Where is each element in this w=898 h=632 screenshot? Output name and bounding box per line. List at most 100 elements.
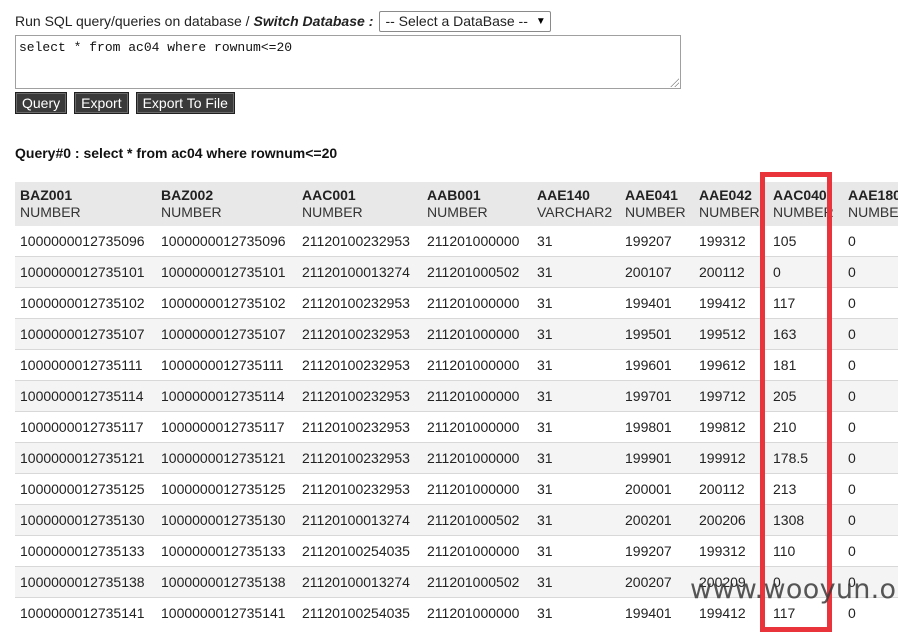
toolbar: Run SQL query/queries on database / Swit…: [15, 9, 551, 33]
table-cell-aae140: 31: [532, 411, 620, 443]
table-cell-aae140: 31: [532, 473, 620, 505]
table-cell-aae140: 31: [532, 256, 620, 288]
table-cell-baz001: 1000000012735114: [15, 380, 156, 412]
column-type: NUMBER: [302, 204, 363, 220]
resize-grip-icon[interactable]: [669, 77, 679, 87]
table-cell-aac040: 1308: [768, 504, 843, 536]
table-cell-aae041: 199801: [620, 411, 694, 443]
column-name: AAE041: [625, 187, 678, 203]
table-cell-aae180: 0: [843, 349, 898, 381]
table-cell-aae041: 199501: [620, 318, 694, 350]
table-cell-aab001: 211201000000: [422, 411, 532, 443]
table-cell-aac001: 21120100232953: [297, 442, 422, 474]
table-row: 1000000012735111 1000000012735111 21120100…: [15, 349, 898, 381]
table-cell-aac001: 21120100232953: [297, 349, 422, 381]
column-type: NUMBER: [699, 204, 760, 220]
column-header-aac001: AAC001 NUMBER: [297, 182, 422, 226]
table-cell-aae042: 200112: [694, 473, 768, 505]
table-cell-aac001: 21120100013274: [297, 504, 422, 536]
export-button[interactable]: Export: [74, 92, 129, 114]
table-cell-aac001: 21120100232953: [297, 380, 422, 412]
table-cell-aae140: 31: [532, 287, 620, 319]
table-cell-aae041: 200107: [620, 256, 694, 288]
table-cell-baz001: 1000000012735107: [15, 318, 156, 350]
table-cell-aac001: 21120100232953: [297, 287, 422, 319]
table-cell-aae140: 31: [532, 504, 620, 536]
table-cell-aab001: 211201000000: [422, 287, 532, 319]
table-row: 1000000012735102 1000000012735102 21120100…: [15, 287, 898, 319]
table-cell-aae042: 199312: [694, 226, 768, 257]
table-cell-baz002: 1000000012735138: [156, 566, 297, 598]
table-cell-aac040: 210: [768, 411, 843, 443]
table-cell-aae041: 199207: [620, 226, 694, 257]
table-row: 1000000012735117 1000000012735117 21120100…: [15, 411, 898, 443]
table-cell-aab001: 211201000000: [422, 349, 532, 381]
table-cell-aae041: 199401: [620, 287, 694, 319]
table-cell-baz001: 1000000012735121: [15, 442, 156, 474]
table-cell-aab001: 211201000502: [422, 566, 532, 598]
table-cell-aac001: 21120100013274: [297, 566, 422, 598]
table-cell-aae180: 0: [843, 226, 898, 257]
table-cell-aac040: 178.5: [768, 442, 843, 474]
table-cell-aae140: 31: [532, 566, 620, 598]
table-cell-aae041: 200207: [620, 566, 694, 598]
column-type: VARCHAR2: [537, 204, 613, 220]
column-type: NUMBER: [20, 204, 81, 220]
table-cell-baz002: 1000000012735121: [156, 442, 297, 474]
table-cell-aab001: 211201000000: [422, 597, 532, 620]
column-header-aae042: AAE042 NUMBER: [694, 182, 768, 226]
table-cell-aae041: 199601: [620, 349, 694, 381]
column-type: NUMBER: [773, 204, 834, 220]
table-cell-aae180: 0: [843, 535, 898, 567]
switch-database-colon: :: [368, 13, 374, 29]
table-row: 1000000012735096 1000000012735096 21120100…: [15, 226, 898, 257]
table-cell-aac040: 110: [768, 535, 843, 567]
table-cell-aae041: 200001: [620, 473, 694, 505]
table-cell-aae041: 199701: [620, 380, 694, 412]
table-cell-baz001: 1000000012735117: [15, 411, 156, 443]
table-cell-aac040: 213: [768, 473, 843, 505]
database-select[interactable]: -- Select a DataBase -- ▼: [379, 10, 551, 32]
column-header-aae180: AAE180NUMBER: [843, 182, 898, 226]
table-cell-aae042: 200112: [694, 256, 768, 288]
table-cell-baz001: 1000000012735101: [15, 256, 156, 288]
table-cell-aab001: 211201000000: [422, 442, 532, 474]
table-cell-aab001: 211201000000: [422, 535, 532, 567]
table-cell-aab001: 211201000502: [422, 504, 532, 536]
column-header-baz001: BAZ001 NUMBER: [15, 182, 156, 226]
table-cell-baz001: 1000000012735102: [15, 287, 156, 319]
table-cell-aac001: 21120100232953: [297, 318, 422, 350]
action-buttons: Query Export Export To File: [15, 92, 235, 114]
table-cell-baz002: 1000000012735133: [156, 535, 297, 567]
table-cell-aae041: 199901: [620, 442, 694, 474]
column-type: NUMBER: [427, 204, 488, 220]
column-header-aab001: AAB001 NUMBER: [422, 182, 532, 226]
column-type: NUMBER: [161, 204, 222, 220]
column-type: NUMBER: [625, 204, 686, 220]
table-cell-aab001: 211201000502: [422, 256, 532, 288]
table-cell-aae140: 31: [532, 597, 620, 620]
table-cell-aae180: 0: [843, 504, 898, 536]
query-button[interactable]: Query: [15, 92, 68, 114]
table-cell-baz001: 1000000012735138: [15, 566, 156, 598]
table-cell-baz001: 1000000012735133: [15, 535, 156, 567]
export-to-file-button[interactable]: Export To File: [135, 92, 235, 114]
switch-database-label: Switch Database: [253, 13, 365, 29]
table-cell-baz001: 1000000012735096: [15, 226, 156, 257]
table-cell-aac001: 21120100013274: [297, 256, 422, 288]
database-select-value: -- Select a DataBase --: [385, 13, 528, 29]
table-cell-baz002: 1000000012735096: [156, 226, 297, 257]
sql-query-textarea[interactable]: select * from ac04 where rownum<=20: [15, 35, 681, 89]
table-header-row: BAZ001 NUMBER BAZ002 NUMBER AAC001 NUMBER AAB0…: [15, 182, 898, 226]
table-cell-aae180: 0: [843, 256, 898, 288]
table-cell-aac040: 117: [768, 287, 843, 319]
table-cell-aae042: 199512: [694, 318, 768, 350]
column-name: AAE140: [537, 187, 590, 203]
results-table-container[interactable]: BAZ001 NUMBER BAZ002 NUMBER AAC001 NUMBER AAB0…: [15, 182, 898, 620]
table-cell-baz002: 1000000012735141: [156, 597, 297, 620]
table-row: 1000000012735130 1000000012735130 21120100…: [15, 504, 898, 536]
table-cell-aae180: 0: [843, 380, 898, 412]
column-header-baz002: BAZ002 NUMBER: [156, 182, 297, 226]
column-name: BAZ001: [20, 187, 73, 203]
table-cell-aac001: 21120100254035: [297, 535, 422, 567]
